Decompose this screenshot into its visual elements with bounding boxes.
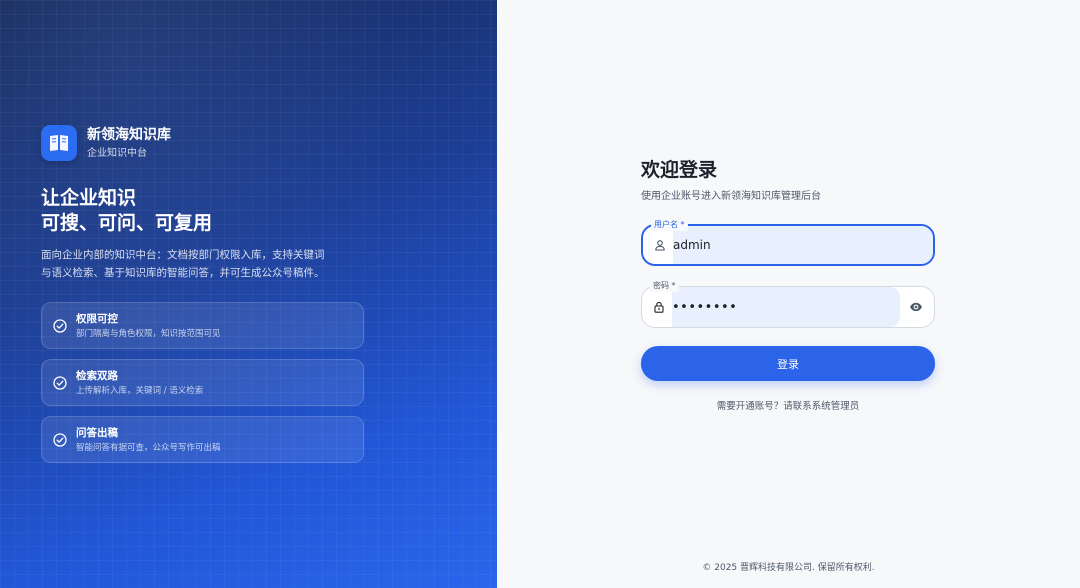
username-autofill-bg bbox=[673, 226, 933, 264]
footer-copyright: © 2025 晋辉科技有限公司. 保留所有权利. bbox=[702, 563, 875, 573]
login-subtitle: 使用企业账号进入新领海知识库管理后台 bbox=[641, 191, 821, 202]
login-button[interactable]: 登录 bbox=[641, 346, 935, 381]
feature-list: 权限可控 部门隔离与角色权限，知识按范围可见 检索双路 上传解析入库，关键词 /… bbox=[41, 302, 364, 473]
login-form: 欢迎登录 使用企业账号进入新领海知识库管理后台 用户名 * admin 密码 *… bbox=[641, 158, 935, 412]
feature-desc: 部门隔离与角色权限，知识按范围可见 bbox=[76, 328, 221, 339]
check-circle-icon bbox=[53, 318, 67, 333]
feature-desc: 智能问答有据可查，公众号写作可出稿 bbox=[76, 442, 221, 453]
feature-title: 检索双路 bbox=[76, 369, 118, 382]
feature-card: 检索双路 上传解析入库，关键词 / 语义检索 bbox=[41, 359, 364, 406]
feature-title: 问答出稿 bbox=[76, 426, 118, 439]
feature-desc: 上传解析入库，关键词 / 语义检索 bbox=[76, 385, 204, 396]
brand-name: 新领海知识库 bbox=[87, 126, 171, 143]
password-input[interactable]: •••••••• bbox=[672, 287, 737, 327]
feature-card: 权限可控 部门隔离与角色权限，知识按范围可见 bbox=[41, 302, 364, 349]
login-panel: 欢迎登录 使用企业账号进入新领海知识库管理后台 用户名 * admin 密码 *… bbox=[497, 0, 1080, 588]
hero-headline-line2: 可搜、可问、可复用 bbox=[41, 212, 213, 234]
check-circle-icon bbox=[53, 432, 67, 447]
username-field[interactable]: 用户名 * admin bbox=[641, 219, 935, 266]
username-input[interactable]: admin bbox=[673, 226, 711, 264]
hero-description: 面向企业内部的知识中台：文档按部门权限入库，支持关键词 与语义检索、基于知识库的… bbox=[41, 246, 331, 282]
book-icon bbox=[41, 125, 77, 161]
feature-title: 权限可控 bbox=[76, 312, 118, 325]
check-circle-icon bbox=[53, 375, 67, 390]
brand-subtitle: 企业知识中台 bbox=[87, 147, 147, 159]
help-text: 需要开通账号？请联系系统管理员 bbox=[716, 401, 860, 412]
hero-panel: 新领海知识库 企业知识中台 让企业知识 可搜、可问、可复用 面向企业内部的知识中… bbox=[0, 0, 497, 588]
eye-icon[interactable] bbox=[909, 300, 923, 314]
hero-description-line2: 与语义检索、基于知识库的智能问答，并可生成公众号稿件。 bbox=[41, 267, 325, 279]
feature-card: 问答出稿 智能问答有据可查，公众号写作可出稿 bbox=[41, 416, 364, 463]
login-title: 欢迎登录 bbox=[641, 159, 718, 181]
password-field[interactable]: 密码 * •••••••• bbox=[641, 280, 935, 328]
hero-description-line1: 面向企业内部的知识中台：文档按部门权限入库，支持关键词 bbox=[41, 249, 325, 261]
hero-headline: 让企业知识 可搜、可问、可复用 bbox=[41, 186, 212, 236]
brand: 新领海知识库 企业知识中台 bbox=[41, 125, 171, 161]
hero-headline-line1: 让企业知识 bbox=[41, 187, 137, 209]
user-icon bbox=[655, 240, 665, 251]
lock-icon bbox=[654, 301, 664, 313]
